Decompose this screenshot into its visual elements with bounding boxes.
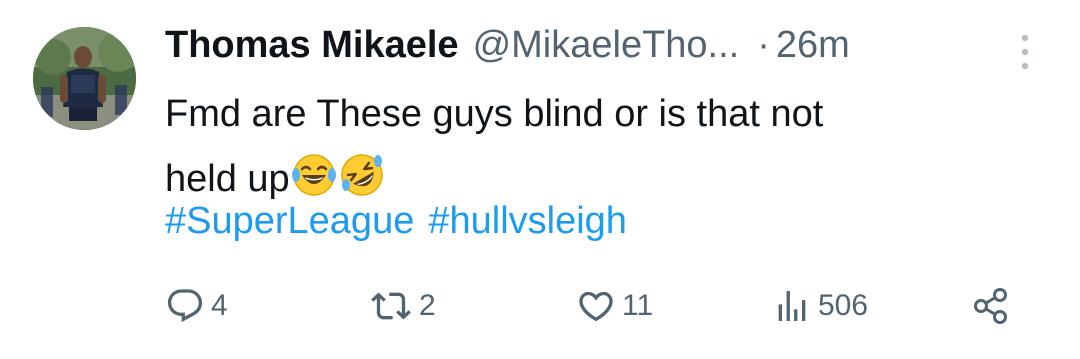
like-button[interactable]: 11 [576, 284, 653, 328]
reply-count: 4 [211, 289, 228, 322]
action-bar: 4 2 11 506 [0, 284, 1080, 328]
more-icon [1021, 34, 1029, 70]
reply-icon [167, 289, 203, 323]
display-name[interactable]: Thomas Mikaele [165, 24, 459, 67]
share-icon [974, 288, 1007, 324]
rolling-on-the-floor-laughing-icon [340, 154, 383, 196]
hashtag-superleague[interactable]: #SuperLeague [165, 200, 414, 242]
more-options-button[interactable] [1014, 32, 1036, 72]
views-count: 506 [818, 289, 869, 322]
face-with-tears-of-joy-icon [291, 154, 336, 196]
views-icon [778, 291, 806, 321]
tweet-text-line-2-text: held up [165, 158, 290, 200]
avatar-image [33, 27, 136, 130]
reply-button[interactable]: 4 [165, 284, 228, 328]
retweet-button[interactable]: 2 [369, 284, 436, 328]
like-count: 11 [622, 289, 654, 322]
tweet-header: Thomas Mikaele @MikaeleTho... · 26m [165, 24, 850, 70]
tweet-text: Fmd are These guys blind or is that not … [165, 82, 1045, 212]
retweet-count: 2 [419, 289, 436, 322]
timestamp[interactable]: 26m [776, 24, 850, 67]
retweet-icon [371, 292, 411, 320]
separator-dot: · [757, 24, 770, 66]
hashtags: #SuperLeague #hullvsleigh [165, 200, 641, 243]
user-handle[interactable]: @MikaeleTho... [473, 24, 740, 67]
like-icon [579, 291, 613, 322]
share-button[interactable] [971, 284, 1011, 328]
views-button[interactable]: 506 [772, 284, 868, 328]
avatar[interactable] [33, 27, 136, 130]
hashtag-hullvsleigh[interactable]: #hullvsleigh [428, 200, 627, 242]
tweet-text-line-1: Fmd are These guys blind or is that not [165, 93, 824, 135]
